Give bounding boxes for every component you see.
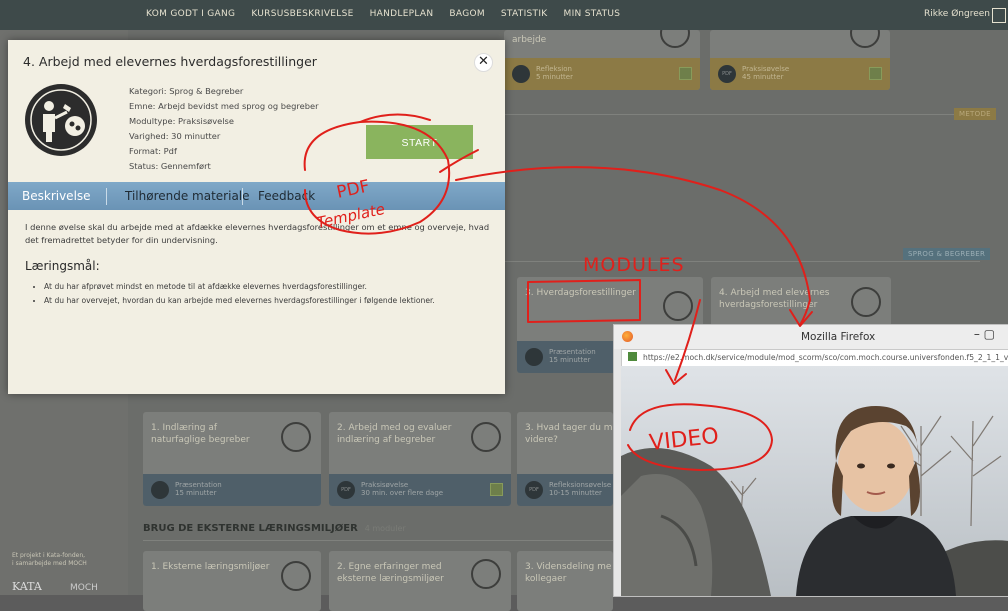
start-button[interactable]: START — [366, 125, 473, 159]
section-title: BRUG DE EKSTERNE LÆRINGSMILJØER — [143, 523, 358, 534]
user-name[interactable]: Rikke Øngreen — [924, 9, 990, 19]
practice-icon — [471, 422, 501, 452]
learning-goals-list: At du har afprøvet mindst en metode til … — [30, 280, 435, 308]
firefox-titlebar[interactable]: Mozilla Firefox – ▢ — [614, 325, 1008, 349]
completed-check-icon — [490, 483, 503, 496]
card-title: 3. Vidensdeling me kollegaer — [525, 562, 612, 584]
window-title: Mozilla Firefox — [801, 331, 876, 343]
url-text: https://e2.moch.dk/service/module/mod_sc… — [643, 353, 1008, 362]
module-card-vidensdeling[interactable]: 3. Vidensdeling me kollegaer — [517, 551, 613, 611]
section-heading: BRUG DE EKSTERNE LÆRINGSMILJØER 4 module… — [143, 523, 406, 534]
module-metadata: Kategori: Sprog & Begreber Emne: Arbejd … — [129, 84, 318, 175]
nav-item-statistik[interactable]: STATISTIK — [501, 9, 548, 19]
moch-logo: MOCH — [70, 583, 98, 593]
module-description: I denne øvelse skal du arbejde med at af… — [25, 222, 490, 245]
card-footer: PDF Praksisøvelse 45 minutter — [710, 58, 890, 90]
nav-item-bagom[interactable]: BAGOM — [449, 9, 485, 19]
meta-format: Format: Pdf — [129, 146, 177, 157]
speech-bubble-icon — [281, 561, 311, 591]
video-frame-image — [621, 366, 1008, 596]
top-navigation: KOM GODT I GANG KURSUSBESKRIVELSE HANDLE… — [0, 0, 1008, 30]
module-card-hvad-tager-du[interactable]: 3. Hvad tager du m videre? PDF Refleksio… — [517, 412, 613, 506]
completed-check-icon — [679, 67, 692, 80]
module-card-egne-erfaringer[interactable]: 2. Egne erfaringer med eksterne læringsm… — [329, 551, 511, 611]
nav-item-min-status[interactable]: MIN STATUS — [564, 9, 621, 19]
learning-goals-heading: Læringsmål: — [25, 259, 100, 273]
kata-logo: KATA — [12, 580, 42, 593]
modal-tab-bar: Beskrivelse Tilhørende materiale Feedbac… — [8, 182, 505, 210]
speech-bubble-icon — [281, 422, 311, 452]
card-type: Refleksionsøvelse 10-15 minutter — [549, 481, 612, 497]
card-type: Præsentation 15 minutter — [175, 481, 222, 497]
firefox-icon — [622, 331, 633, 342]
card-type: Præsentation 15 minutter — [549, 348, 596, 364]
card-title: 3. Hverdagsforestillinger — [525, 288, 636, 298]
url-bar[interactable]: https://e2.moch.dk/service/module/mod_sc… — [621, 349, 1008, 367]
nav-item-kursusbeskrivelse[interactable]: KURSUSBESKRIVELSE — [251, 9, 353, 19]
logout-icon[interactable] — [992, 8, 1006, 23]
close-icon[interactable]: ✕ — [474, 53, 493, 72]
completed-check-icon — [869, 67, 882, 80]
meta-modultype: Modultype: Praksisøvelse — [129, 116, 234, 127]
card-title: arbejde — [512, 35, 547, 45]
practice-icon — [850, 30, 880, 48]
reflection-icon — [660, 30, 690, 48]
card-type: Refleksion 5 minutter — [536, 65, 573, 81]
thought-bubble-icon — [471, 559, 501, 589]
section-module-count: 4 moduler — [364, 524, 406, 533]
card-type: Praksisøvelse 30 min. over flere dage — [361, 481, 444, 497]
card-footer: PDF Praksisøvelse 30 min. over flere dag… — [329, 474, 511, 506]
nav-items: KOM GODT I GANG KURSUSBESKRIVELSE HANDLE… — [146, 9, 620, 19]
project-credit: Et projekt i Kata-fonden, i samarbejde m… — [12, 552, 87, 567]
module-card[interactable]: PDF Praksisøvelse 45 minutter — [710, 30, 890, 90]
module-card-arbejd-og-evaluer[interactable]: 2. Arbejd med og evaluer indlæring af be… — [329, 412, 511, 506]
module-card-indlaering[interactable]: 1. Indlæring af naturfaglige begreber Pr… — [143, 412, 321, 506]
presentation-icon — [151, 481, 169, 499]
presentation-icon — [525, 348, 543, 366]
card-title: 2. Arbejd med og evaluer indlæring af be… — [337, 423, 452, 445]
pdf-chip: PDF — [718, 65, 736, 83]
learning-goal: At du har afprøvet mindst en metode til … — [44, 280, 435, 294]
camera-icon — [512, 65, 530, 83]
card-title: 1. Indlæring af naturfaglige begreber — [151, 423, 250, 445]
meta-emne: Emne: Arbejd bevidst med sprog og begreb… — [129, 101, 319, 112]
nav-item-handleplan[interactable]: HANDLEPLAN — [370, 9, 434, 19]
firefox-popup-window: Mozilla Firefox – ▢ https://e2.moch.dk/s… — [613, 324, 1008, 597]
module-card-eksterne[interactable]: 1. Eksterne læringsmiljøer — [143, 551, 321, 611]
tab-tilhoerende-materiale[interactable]: Tilhørende materiale — [125, 189, 250, 203]
card-title: 2. Egne erfaringer med eksterne læringsm… — [337, 562, 444, 584]
video-player[interactable] — [621, 366, 1008, 596]
minimize-icon[interactable]: – ▢ — [974, 327, 995, 341]
meta-status: Status: Gennemført — [129, 161, 211, 172]
modal-title: 4. Arbejd med elevernes hverdagsforestil… — [23, 54, 317, 69]
practice-module-icon — [25, 84, 97, 156]
card-footer: Præsentation 15 minutter — [143, 474, 321, 506]
tab-feedback[interactable]: Feedback — [258, 189, 315, 203]
category-tag-metode: METODE — [954, 108, 996, 120]
site-identity-icon — [628, 352, 637, 361]
meta-kategori: Kategori: Sprog & Begreber — [129, 86, 244, 96]
card-type: Praksisøvelse 45 minutter — [742, 65, 790, 81]
speech-bubble-icon — [663, 291, 693, 321]
pdf-chip: PDF — [525, 481, 543, 499]
practice-icon — [851, 287, 881, 317]
pdf-chip: PDF — [337, 481, 355, 499]
meta-varighed: Varighed: 30 minutter — [129, 131, 221, 142]
module-card[interactable]: arbejde Refleksion 5 minutter — [504, 30, 700, 90]
category-tag-sprog-begreber: SPROG & BEGREBER — [903, 248, 991, 260]
learning-goal: At du har overvejet, hvordan du kan arbe… — [44, 294, 435, 308]
card-title: 1. Eksterne læringsmiljøer — [151, 562, 270, 572]
card-footer: PDF Refleksionsøvelse 10-15 minutter — [517, 474, 613, 506]
card-title: 4. Arbejd med elevernes hverdagsforestil… — [719, 288, 830, 310]
tab-beskrivelse[interactable]: Beskrivelse — [22, 189, 91, 203]
nav-item-kom-godt-i-gang[interactable]: KOM GODT I GANG — [146, 9, 235, 19]
card-title: 3. Hvad tager du m videre? — [525, 423, 613, 445]
card-footer: Refleksion 5 minutter — [504, 58, 700, 90]
module-detail-modal: 4. Arbejd med elevernes hverdagsforestil… — [8, 40, 505, 394]
